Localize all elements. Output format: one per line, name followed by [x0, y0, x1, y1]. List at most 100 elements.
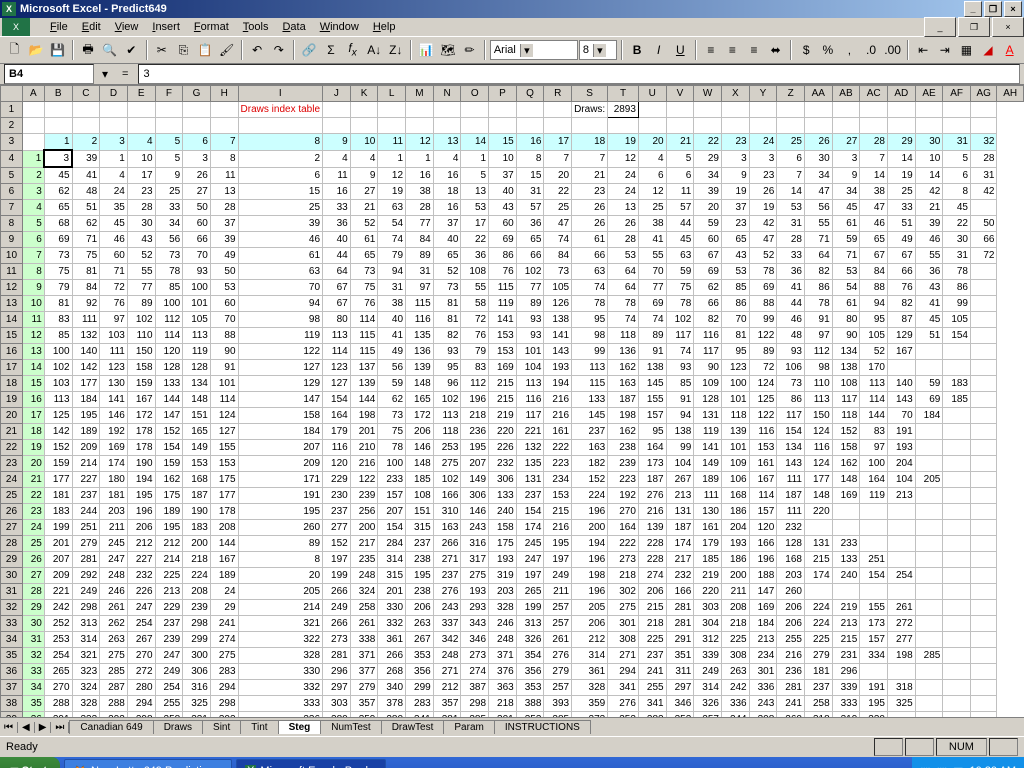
cell[interactable]: 164 — [638, 440, 666, 456]
cell[interactable]: 164 — [860, 472, 888, 488]
cell[interactable]: 229 — [323, 472, 351, 488]
cell[interactable]: 4 — [638, 150, 666, 167]
cell[interactable]: 99 — [749, 312, 777, 328]
cell[interactable]: 6 — [777, 150, 805, 167]
cell[interactable]: 48 — [777, 328, 805, 344]
cell[interactable] — [943, 600, 971, 616]
cell[interactable]: 128 — [155, 360, 183, 376]
cell[interactable]: 229 — [155, 600, 183, 616]
cell[interactable]: 133 — [572, 392, 608, 408]
cell[interactable]: 100 — [378, 456, 406, 472]
cell[interactable]: 99 — [943, 296, 971, 312]
cell[interactable]: 53 — [461, 200, 489, 216]
cell[interactable]: 52 — [749, 248, 777, 264]
cell[interactable]: 94 — [378, 264, 406, 280]
cell[interactable]: 219 — [489, 408, 517, 424]
minimize-button[interactable]: _ — [964, 1, 982, 17]
cell[interactable]: 194 — [544, 376, 572, 392]
cell[interactable]: 240 — [832, 568, 860, 584]
cell[interactable]: 150 — [804, 408, 832, 424]
cell[interactable]: 85 — [666, 376, 694, 392]
cell[interactable] — [971, 504, 997, 520]
cell[interactable] — [971, 488, 997, 504]
cell[interactable]: 263 — [100, 632, 128, 648]
cell[interactable]: 336 — [238, 712, 322, 718]
cell[interactable]: 191 — [887, 424, 915, 440]
cell[interactable]: 84 — [72, 280, 100, 296]
cell[interactable]: 84 — [860, 264, 888, 280]
cell[interactable] — [943, 504, 971, 520]
cell[interactable]: 297 — [323, 680, 351, 696]
cell[interactable]: 215 — [832, 632, 860, 648]
font-size-selector[interactable]: 8▾ — [579, 40, 617, 60]
sheet-tab-param[interactable]: Param — [443, 720, 494, 734]
preview-icon[interactable]: 🔍 — [99, 39, 120, 61]
row-index[interactable]: 34 — [22, 680, 44, 696]
cell[interactable]: 246 — [489, 616, 517, 632]
cell[interactable]: 98 — [238, 312, 322, 328]
cell[interactable]: 198 — [608, 408, 639, 424]
cell[interactable]: 7 — [572, 150, 608, 167]
cell[interactable]: 59 — [832, 232, 860, 248]
cell[interactable]: 35 — [100, 200, 128, 216]
cell[interactable]: 287 — [100, 680, 128, 696]
underline-icon[interactable]: U — [670, 39, 691, 61]
cell[interactable]: 283 — [406, 696, 434, 712]
decrease-indent-icon[interactable]: ⇤ — [913, 39, 934, 61]
cell[interactable]: 138 — [638, 360, 666, 376]
row-header-1[interactable]: 1 — [1, 102, 23, 118]
cell[interactable]: 257 — [544, 600, 572, 616]
paste-icon[interactable]: 📋 — [195, 39, 216, 61]
cell[interactable]: 111 — [72, 312, 100, 328]
cell[interactable]: 63 — [238, 264, 322, 280]
col-header-AC[interactable]: AC — [860, 86, 888, 102]
cell[interactable]: 127 — [323, 376, 351, 392]
row-header-26[interactable]: 26 — [1, 504, 23, 520]
cell[interactable]: 266 — [433, 536, 461, 552]
index-header[interactable]: 8 — [238, 134, 322, 151]
index-header[interactable]: 22 — [694, 134, 722, 151]
cell[interactable]: 110 — [804, 376, 832, 392]
col-header-W[interactable]: W — [694, 86, 722, 102]
cell[interactable] — [832, 584, 860, 600]
cell[interactable]: 268 — [378, 664, 406, 680]
doc-minimize-button[interactable]: _ — [924, 17, 956, 37]
cell[interactable]: 298 — [210, 696, 238, 712]
cell[interactable]: 262 — [100, 616, 128, 632]
cell[interactable]: 196 — [572, 584, 608, 600]
cell[interactable]: 45 — [44, 167, 72, 184]
cell[interactable]: 133 — [155, 376, 183, 392]
spell-icon[interactable]: ✔ — [121, 39, 142, 61]
cell[interactable]: 115 — [350, 328, 378, 344]
cell[interactable]: 25 — [544, 200, 572, 216]
cell[interactable]: 190 — [127, 456, 155, 472]
map-icon[interactable]: 🗺 — [438, 39, 459, 61]
index-header[interactable]: 27 — [832, 134, 860, 151]
cell[interactable]: 255 — [155, 696, 183, 712]
cell[interactable]: 73 — [44, 248, 72, 264]
cell[interactable]: 151 — [406, 504, 434, 520]
cell[interactable]: 304 — [694, 616, 722, 632]
cell[interactable]: 206 — [572, 616, 608, 632]
cell[interactable]: 90 — [210, 344, 238, 360]
cell[interactable]: 244 — [72, 504, 100, 520]
cell[interactable]: 209 — [44, 568, 72, 584]
cell[interactable]: 76 — [100, 296, 128, 312]
cell[interactable]: 185 — [694, 552, 722, 568]
cell[interactable]: 4 — [323, 150, 351, 167]
row-index[interactable]: 1 — [22, 150, 44, 167]
cell[interactable]: 333 — [72, 712, 100, 718]
cell[interactable]: 113 — [804, 392, 832, 408]
cell[interactable]: 330 — [378, 600, 406, 616]
col-header-AA[interactable]: AA — [804, 86, 832, 102]
cell[interactable]: 70 — [721, 312, 749, 328]
cell[interactable]: 99 — [572, 344, 608, 360]
cell[interactable]: 181 — [44, 488, 72, 504]
cell[interactable]: 98 — [804, 360, 832, 376]
cell[interactable]: 275 — [100, 648, 128, 664]
cell[interactable]: 274 — [638, 568, 666, 584]
cell[interactable]: 165 — [406, 392, 434, 408]
cell[interactable]: 169 — [489, 360, 517, 376]
cell[interactable]: 51 — [72, 200, 100, 216]
cell[interactable]: 201 — [350, 424, 378, 440]
